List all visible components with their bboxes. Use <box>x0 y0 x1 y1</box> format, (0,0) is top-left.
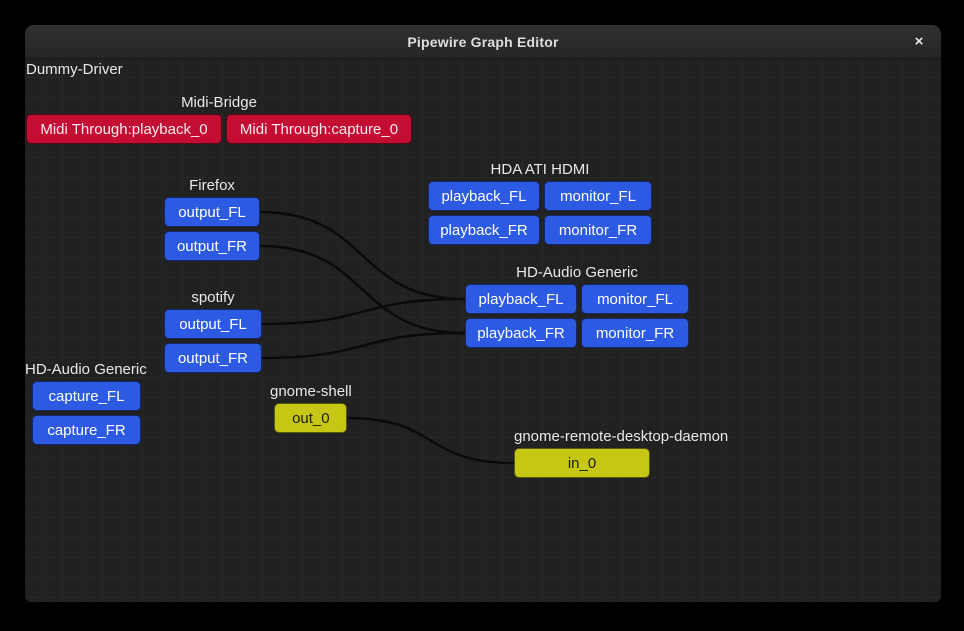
titlebar[interactable]: Pipewire Graph Editor × <box>25 25 941 59</box>
ports-grid: playback_FL monitor_FL playback_FR monit… <box>465 284 689 348</box>
ports-grid: playback_FL monitor_FL playback_FR monit… <box>428 181 652 245</box>
close-button[interactable]: × <box>906 29 932 55</box>
port-remote-desktop-in-0[interactable]: in_0 <box>514 448 650 478</box>
pipewire-graph-editor-window: Pipewire Graph Editor × Dummy-Driver Mid… <box>25 25 941 602</box>
link[interactable] <box>262 333 465 358</box>
link[interactable] <box>262 299 465 324</box>
node-title: gnome-shell <box>270 383 352 400</box>
ports-column: output_FL output_FR <box>164 197 260 261</box>
port-capture-fl[interactable]: capture_FL <box>32 381 141 411</box>
node-title: HD-Audio Generic <box>516 264 638 281</box>
port-midi-through-playback-0[interactable]: Midi Through:playback_0 <box>26 114 222 144</box>
node-gnome-shell[interactable]: gnome-shell out_0 <box>270 383 352 433</box>
link[interactable] <box>347 418 514 463</box>
node-gnome-remote-desktop-daemon[interactable]: gnome-remote-desktop-daemon in_0 <box>514 428 728 478</box>
node-hd-audio-generic-output[interactable]: HD-Audio Generic playback_FL monitor_FL … <box>465 264 689 348</box>
node-title: Midi-Bridge <box>181 94 257 111</box>
node-title: gnome-remote-desktop-daemon <box>514 428 728 445</box>
node-title: Dummy-Driver <box>26 61 123 78</box>
node-title: spotify <box>191 289 234 306</box>
node-spotify[interactable]: spotify output_FL output_FR <box>164 289 262 373</box>
ports-column: output_FL output_FR <box>164 309 262 373</box>
ports-column: in_0 <box>514 448 650 478</box>
node-title: HDA ATI HDMI <box>491 161 590 178</box>
port-capture-fr[interactable]: capture_FR <box>32 415 141 445</box>
node-midi-bridge[interactable]: Midi-Bridge Midi Through:playback_0 Midi… <box>26 94 412 144</box>
port-hd-audio-monitor-fr[interactable]: monitor_FR <box>581 318 689 348</box>
port-hda-monitor-fl[interactable]: monitor_FL <box>544 181 652 211</box>
port-hda-monitor-fr[interactable]: monitor_FR <box>544 215 652 245</box>
port-hda-playback-fl[interactable]: playback_FL <box>428 181 540 211</box>
close-icon: × <box>915 33 924 50</box>
port-firefox-output-fl[interactable]: output_FL <box>164 197 260 227</box>
port-midi-through-capture-0[interactable]: Midi Through:capture_0 <box>226 114 412 144</box>
ports-column: capture_FL capture_FR <box>32 381 141 445</box>
port-hd-audio-playback-fl[interactable]: playback_FL <box>465 284 577 314</box>
node-firefox[interactable]: Firefox output_FL output_FR <box>164 177 260 261</box>
port-spotify-output-fr[interactable]: output_FR <box>164 343 262 373</box>
port-gnome-shell-out-0[interactable]: out_0 <box>274 403 347 433</box>
port-hd-audio-monitor-fl[interactable]: monitor_FL <box>581 284 689 314</box>
port-firefox-output-fr[interactable]: output_FR <box>164 231 260 261</box>
ports-row: Midi Through:playback_0 Midi Through:cap… <box>26 114 412 144</box>
port-hd-audio-playback-fr[interactable]: playback_FR <box>465 318 577 348</box>
port-spotify-output-fl[interactable]: output_FL <box>164 309 262 339</box>
graph-canvas[interactable]: Dummy-Driver Midi-Bridge Midi Through:pl… <box>25 59 941 602</box>
node-title: Firefox <box>189 177 235 194</box>
node-title: HD-Audio Generic <box>25 361 147 378</box>
link[interactable] <box>260 246 465 333</box>
window-title: Pipewire Graph Editor <box>407 34 558 50</box>
node-dummy-driver[interactable]: Dummy-Driver <box>26 61 123 81</box>
port-hda-playback-fr[interactable]: playback_FR <box>428 215 540 245</box>
node-hda-ati-hdmi[interactable]: HDA ATI HDMI playback_FL monitor_FL play… <box>428 161 652 245</box>
node-hd-audio-generic-capture[interactable]: HD-Audio Generic capture_FL capture_FR <box>25 361 147 445</box>
ports-column: out_0 <box>274 403 347 433</box>
